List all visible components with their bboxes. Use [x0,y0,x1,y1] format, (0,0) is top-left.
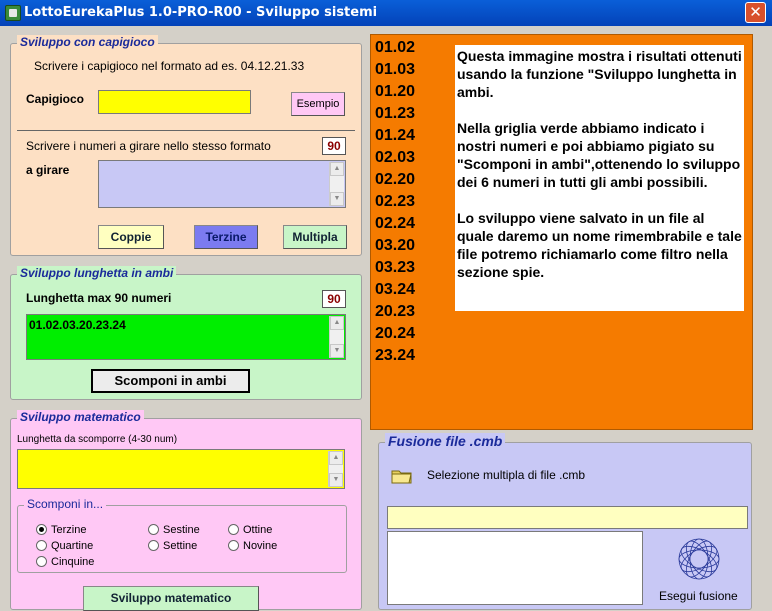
lunghetta-input[interactable]: 01.02.03.20.23.24 ▲ ▼ [26,314,346,360]
scomponi-legend: Scomponi in... [24,497,107,511]
radio-quartine[interactable] [36,540,47,551]
result-item: 02.03 [375,149,416,166]
result-item: 03.24 [375,281,416,298]
lunghetta-scrollbar[interactable]: ▲ ▼ [329,316,344,358]
result-item: 01.20 [375,83,416,100]
result-item: 01.24 [375,127,416,144]
capigioco-hint: Scrivere i capigioco nel formato ad es. … [34,59,305,73]
spirograph-icon [678,538,720,580]
scroll-down-icon[interactable]: ▼ [330,344,344,358]
option-terzine-label: Terzine [51,524,87,536]
fusione-file-list[interactable] [387,531,643,605]
option-novine[interactable]: Novine [228,540,277,552]
scroll-up-icon[interactable]: ▲ [329,451,343,465]
radio-ottine[interactable] [228,524,239,535]
scroll-up-icon[interactable]: ▲ [330,316,344,330]
scroll-down-icon[interactable]: ▼ [329,473,343,487]
option-ottine-label: Ottine [243,524,273,536]
coppie-button[interactable]: Coppie [98,225,164,249]
multi-select-label[interactable]: Selezione multipla di file .cmb [427,468,585,482]
close-icon[interactable]: ✕ [745,2,766,23]
capigioco-input[interactable] [98,90,251,114]
note-paragraph-2: Nella griglia verde abbiamo indicato i n… [457,120,741,190]
option-quartine[interactable]: Quartine [36,540,93,552]
radio-sestine[interactable] [148,524,159,535]
option-settine[interactable]: Settine [148,540,197,552]
result-item: 01.23 [375,105,416,122]
fusione-path-input[interactable] [387,506,748,529]
result-item: 02.24 [375,215,416,232]
rotate-label: a girare [26,163,70,177]
fusione-legend: Fusione file .cmb [385,433,506,449]
scroll-down-icon[interactable]: ▼ [330,192,344,206]
radio-settine[interactable] [148,540,159,551]
radio-cinquine[interactable] [36,556,47,567]
rotate-input[interactable]: ▲ ▼ [98,160,346,208]
result-item: 03.20 [375,237,416,254]
numbers-hint: Scrivere i numeri a girare nello stesso … [26,139,271,153]
option-ottine[interactable]: Ottine [228,524,272,536]
execute-fusion-label: Esegui fusione [659,589,738,603]
multipla-button[interactable]: Multipla [283,225,347,249]
option-quartine-label: Quartine [51,540,94,552]
execute-fusion-button[interactable]: Esegui fusione [647,533,749,609]
example-button[interactable]: Esempio [291,92,345,116]
lunghetta-legend: Sviluppo lunghetta in ambi [17,266,177,280]
result-item: 01.02 [375,39,416,56]
result-item: 03.23 [375,259,416,276]
option-novine-label: Novine [243,540,278,552]
sviluppo-matematico-button[interactable]: Sviluppo matematico [83,586,259,611]
scomponi-button[interactable]: Scomponi in ambi [91,369,250,393]
note-paragraph-3: Lo sviluppo viene salvato in un file al … [457,210,742,280]
lunghetta-max-label: Lunghetta max 90 numeri [26,291,172,305]
note-box: Questa immagine mostra i risultati otten… [455,45,744,311]
divider [17,130,355,131]
numbers-counter: 90 [322,137,346,155]
note-paragraph-1: Questa immagine mostra i risultati otten… [457,48,742,100]
results-list: 01.02 01.03 01.20 01.23 01.24 02.03 02.20 02.23… [375,37,445,367]
terzine-button[interactable]: Terzine [194,225,258,249]
capigioco-panel: Sviluppo con capigioco Scrivere i capigi… [10,35,362,256]
rotate-scrollbar[interactable]: ▲ ▼ [329,162,344,206]
fusione-panel: Fusione file .cmb Selezione multipla di … [378,433,752,610]
radio-novine[interactable] [228,540,239,551]
result-item: 02.20 [375,171,416,188]
matematico-legend: Sviluppo matematico [17,410,144,424]
scomponi-group: Scomponi in... Terzine Sestine Ottine Qu… [17,497,347,573]
capigioco-legend: Sviluppo con capigioco [17,35,158,49]
option-settine-label: Settine [163,540,198,552]
result-item: 23.24 [375,347,416,364]
matematico-panel: Sviluppo matematico Lunghetta da scompor… [10,410,362,611]
results-panel: 01.02 01.03 01.20 01.23 01.24 02.03 02.20 02.23… [370,34,753,430]
matematico-length-label: Lunghetta da scomporre (4-30 num) [17,434,178,445]
lunghetta-panel: Sviluppo lunghetta in ambi Lunghetta max… [10,266,362,400]
option-sestine-label: Sestine [163,524,200,536]
result-item: 01.03 [375,61,416,78]
lunghetta-counter: 90 [322,290,346,308]
capigioco-label: Capigioco [26,92,85,106]
option-terzine[interactable]: Terzine [36,524,86,536]
radio-terzine[interactable] [36,524,47,535]
result-item: 02.23 [375,193,416,210]
title-bar: LottoEurekaPlus 1.0-PRO-R00 - Sviluppo s… [0,0,772,26]
scroll-up-icon[interactable]: ▲ [330,162,344,176]
folder-icon[interactable] [391,467,413,484]
option-cinquine[interactable]: Cinquine [36,556,94,568]
client-area: Sviluppo con capigioco Scrivere i capigi… [0,26,772,611]
result-item: 20.24 [375,325,416,342]
window-title: LottoEurekaPlus 1.0-PRO-R00 - Sviluppo s… [24,5,378,20]
app-icon [5,5,21,21]
option-cinquine-label: Cinquine [51,556,95,568]
matematico-scrollbar[interactable]: ▲ ▼ [328,451,343,487]
result-item: 20.23 [375,303,416,320]
option-sestine[interactable]: Sestine [148,524,200,536]
matematico-input[interactable]: ▲ ▼ [17,449,345,489]
lunghetta-value: 01.02.03.20.23.24 [29,318,126,332]
